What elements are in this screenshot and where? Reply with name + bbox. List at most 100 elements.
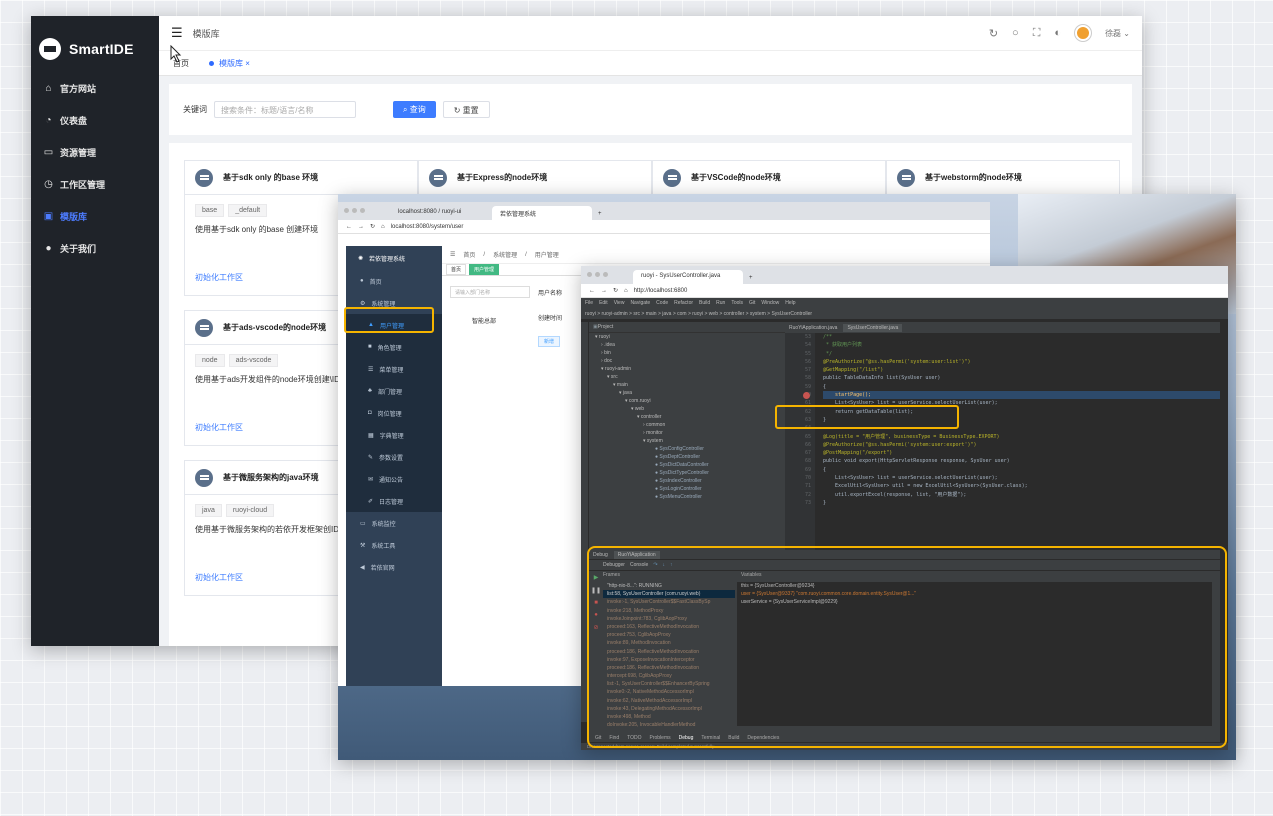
browser-tab-active[interactable]: ruoyi - SysUserController.java bbox=[633, 270, 743, 284]
menu-git[interactable]: Git bbox=[749, 300, 755, 306]
sidebar-item-workspaces[interactable]: ◷ 工作区管理 bbox=[31, 168, 159, 200]
query-button[interactable]: ⌕ 查询 bbox=[393, 101, 436, 118]
tree-item[interactable]: ▾ ruoyi-admin bbox=[589, 365, 785, 373]
breadcrumb-item[interactable]: 系统管理 bbox=[493, 250, 517, 259]
user-menu-chevron-icon[interactable]: 徐磊 ⌄ bbox=[1105, 28, 1130, 39]
tree-item[interactable]: ● SysDeptController bbox=[589, 453, 785, 461]
tag-home[interactable]: 首页 bbox=[446, 264, 467, 275]
refresh-icon[interactable]: ↻ bbox=[989, 27, 998, 40]
tab-templates[interactable]: 模版库 × bbox=[209, 58, 250, 69]
dept-search-input[interactable]: 请输入部门名称 bbox=[450, 286, 530, 298]
menu-tools[interactable]: Tools bbox=[731, 300, 743, 306]
menu-code[interactable]: Code bbox=[656, 300, 668, 306]
breakpoint-icon[interactable] bbox=[803, 392, 810, 399]
forward-icon[interactable]: → bbox=[601, 288, 607, 294]
sidebar-item-dashboard[interactable]: ◔ 仪表盘 bbox=[31, 104, 159, 136]
menu-view[interactable]: View bbox=[614, 300, 625, 306]
sidebar-item-website[interactable]: ⌂ 官方网站 bbox=[31, 72, 159, 104]
home-icon[interactable]: ⌂ bbox=[381, 224, 385, 230]
forward-icon[interactable]: → bbox=[358, 224, 364, 230]
menu-build[interactable]: Build bbox=[699, 300, 710, 306]
tree-item[interactable]: ▾ system bbox=[589, 437, 785, 445]
tree-item[interactable]: › bin bbox=[589, 349, 785, 357]
editor-tab-active[interactable]: SysUserController.java bbox=[843, 323, 903, 332]
init-workspace-link[interactable]: 初始化工作区 bbox=[185, 272, 253, 283]
menu-edit[interactable]: Edit bbox=[599, 300, 608, 306]
avatar[interactable] bbox=[1075, 25, 1092, 41]
tree-item[interactable]: › .idea bbox=[589, 341, 785, 349]
menu-post[interactable]: ◘ 岗位管理 bbox=[346, 402, 442, 424]
template-logo-icon bbox=[195, 168, 213, 187]
tree-item[interactable]: ● SysConfigController bbox=[589, 445, 785, 453]
menu-navigate[interactable]: Navigate bbox=[630, 300, 650, 306]
tree-item[interactable]: › common bbox=[589, 421, 785, 429]
back-icon[interactable]: ← bbox=[346, 224, 352, 230]
menu-file[interactable]: File bbox=[585, 300, 593, 306]
menu-log[interactable]: ✐ 日志管理 bbox=[346, 490, 442, 512]
code-editor[interactable]: RuoYiApplication.java SysUserController.… bbox=[785, 322, 1220, 550]
tree-item[interactable]: ● SysIndexController bbox=[589, 477, 785, 485]
menu-notice[interactable]: ✉ 通知公告 bbox=[346, 468, 442, 490]
breadcrumb-item[interactable]: 首页 bbox=[463, 250, 475, 259]
home-icon[interactable]: ⌂ bbox=[624, 288, 628, 294]
hamburger-icon[interactable]: ☰ bbox=[450, 251, 455, 258]
tree-item[interactable]: ● SysDictTypeController bbox=[589, 469, 785, 477]
menu-dept[interactable]: ♣ 部门管理 bbox=[346, 380, 442, 402]
editor-tab[interactable]: RuoYiApplication.java bbox=[789, 325, 837, 331]
tree-item[interactable]: ● SysMenuController bbox=[589, 493, 785, 501]
sidebar-item-about[interactable]: ● 关于我们 bbox=[31, 232, 159, 264]
menu-role[interactable]: ■ 角色管理 bbox=[346, 336, 442, 358]
tree-item[interactable]: ● SysDictDataController bbox=[589, 461, 785, 469]
url-field[interactable]: http://localhost:6800 bbox=[634, 288, 688, 294]
menu-config[interactable]: ✎ 参数设置 bbox=[346, 446, 442, 468]
new-tab-icon[interactable]: + bbox=[745, 272, 757, 284]
browser-tab-active[interactable]: 若依管理系统 bbox=[492, 206, 592, 220]
url-field[interactable]: localhost:8080/system/user bbox=[391, 224, 464, 230]
reset-button[interactable]: ↻ 重置 bbox=[442, 101, 490, 118]
brand-logo[interactable]: SmartIDE bbox=[31, 16, 159, 68]
menu-menu[interactable]: ☰ 菜单管理 bbox=[346, 358, 442, 380]
search-icon[interactable]: ○ bbox=[1012, 27, 1019, 39]
new-tab-icon[interactable]: + bbox=[594, 208, 606, 220]
init-workspace-link[interactable]: 初始化工作区 bbox=[185, 422, 253, 433]
tree-item[interactable]: ▾ ruoyi bbox=[589, 333, 785, 341]
fullscreen-icon[interactable]: ⛶ bbox=[1033, 27, 1041, 40]
menu-help[interactable]: Help bbox=[785, 300, 795, 306]
github-icon[interactable]: ◐ bbox=[1054, 27, 1061, 39]
menu-site[interactable]: ◀ 若依官网 bbox=[346, 556, 442, 578]
reload-icon[interactable]: ↻ bbox=[370, 223, 375, 230]
tree-item[interactable]: ▾ src bbox=[589, 373, 785, 381]
sidebar-item-resources[interactable]: ▭ 资源管理 bbox=[31, 136, 159, 168]
init-workspace-link[interactable]: 初始化工作区 bbox=[185, 572, 253, 583]
add-button[interactable]: 新增 bbox=[538, 336, 561, 347]
search-input[interactable]: 搜索条件：标题/语言/名称 bbox=[214, 101, 356, 118]
code-line: @Log(title = "用户管理", businessType = Busi… bbox=[823, 433, 1000, 440]
project-header[interactable]: ▣ Project bbox=[589, 322, 785, 333]
tree-item[interactable]: › doc bbox=[589, 357, 785, 365]
tree-item[interactable]: › monitor bbox=[589, 429, 785, 437]
hamburger-icon[interactable]: ☰ bbox=[171, 25, 183, 41]
sidebar-item-templates[interactable]: ▣ 模版库 bbox=[31, 200, 159, 232]
template-logo-icon bbox=[429, 168, 447, 187]
navigation-bar[interactable]: ruoyi > ruoyi-admin > src > main > java … bbox=[581, 308, 1228, 320]
menu-monitor[interactable]: ▭ 系统监控 bbox=[346, 512, 442, 534]
back-icon[interactable]: ← bbox=[589, 288, 595, 294]
menu-refactor[interactable]: Refactor bbox=[674, 300, 693, 306]
tree-item[interactable]: ● SysLoginController bbox=[589, 485, 785, 493]
tree-item[interactable]: ▾ main bbox=[589, 381, 785, 389]
menu-tool[interactable]: ⚒ 系统工具 bbox=[346, 534, 442, 556]
browser-tab[interactable]: localhost:8080 / ruoyi-ui bbox=[390, 206, 490, 220]
reload-icon[interactable]: ↻ bbox=[613, 287, 618, 294]
menu-window[interactable]: Window bbox=[761, 300, 779, 306]
tree-item[interactable]: ▾ web bbox=[589, 405, 785, 413]
tree-item[interactable]: ▾ com.ruoyi bbox=[589, 397, 785, 405]
dept-tree-node[interactable]: 智能总部 bbox=[472, 316, 496, 325]
menu-dict[interactable]: ▦ 字典管理 bbox=[346, 424, 442, 446]
tree-item[interactable]: ▾ controller bbox=[589, 413, 785, 421]
code-area[interactable]: /** * 获取用户列表 */ @PreAuthorize("@ss.hasPe… bbox=[823, 333, 1220, 550]
menu-run[interactable]: Run bbox=[716, 300, 725, 306]
close-icon[interactable]: × bbox=[245, 59, 250, 68]
tag-user[interactable]: 用户管理 bbox=[469, 264, 500, 275]
tree-item[interactable]: ▾ java bbox=[589, 389, 785, 397]
menu-home[interactable]: ● 首页 bbox=[346, 270, 442, 292]
